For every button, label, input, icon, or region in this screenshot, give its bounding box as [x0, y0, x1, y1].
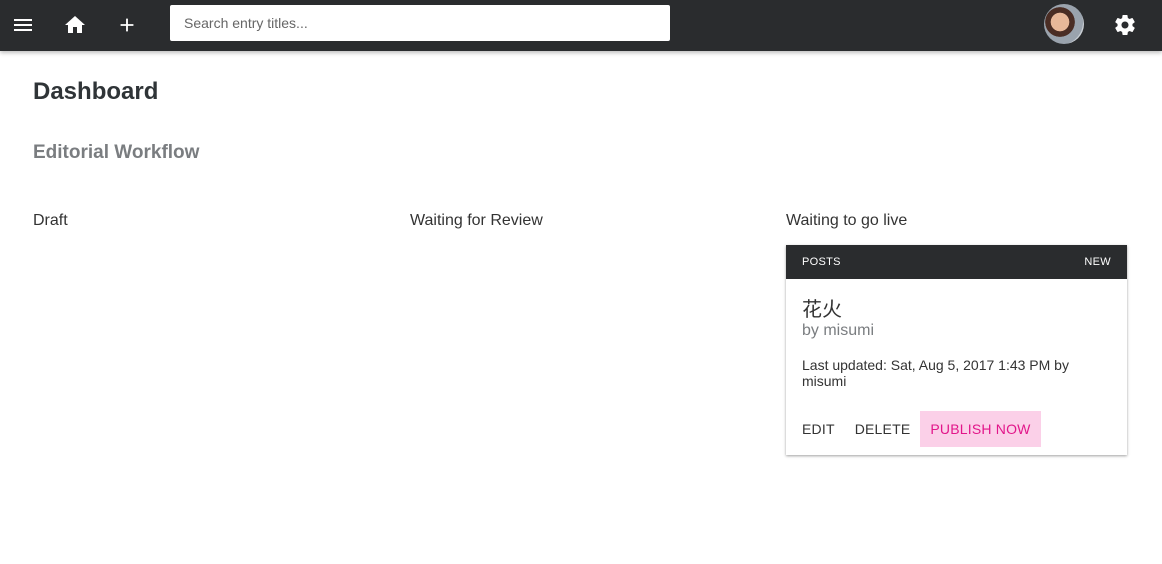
card-author: by misumi	[802, 322, 875, 339]
card-last-updated: Last updated: Sat, Aug 5, 2017 1:43 PM b…	[802, 357, 1069, 389]
card-actions: EDIT DELETE PUBLISH NOW	[792, 411, 1041, 447]
search-input[interactable]	[170, 5, 670, 41]
home-icon[interactable]	[59, 9, 91, 41]
card-header: POSTS NEW	[786, 245, 1127, 279]
column-title-live: Waiting to go live	[786, 212, 908, 229]
edit-button[interactable]: EDIT	[792, 411, 845, 447]
page-title: Dashboard	[33, 78, 159, 105]
hamburger-menu-icon[interactable]	[7, 9, 39, 41]
gear-icon[interactable]	[1109, 9, 1141, 41]
entry-card[interactable]: POSTS NEW 花火 by misumi Last updated: Sat…	[786, 245, 1127, 455]
top-navigation-bar	[0, 0, 1162, 51]
section-title: Editorial Workflow	[33, 142, 200, 163]
column-title-review: Waiting for Review	[410, 212, 543, 229]
card-status-badge: NEW	[1084, 256, 1111, 268]
publish-now-button[interactable]: PUBLISH NOW	[920, 411, 1041, 447]
plus-icon[interactable]	[111, 9, 143, 41]
column-title-draft: Draft	[33, 212, 68, 229]
card-collection-label: POSTS	[802, 256, 841, 268]
card-title[interactable]: 花火	[802, 293, 842, 322]
avatar[interactable]	[1044, 4, 1084, 44]
delete-button[interactable]: DELETE	[845, 411, 921, 447]
